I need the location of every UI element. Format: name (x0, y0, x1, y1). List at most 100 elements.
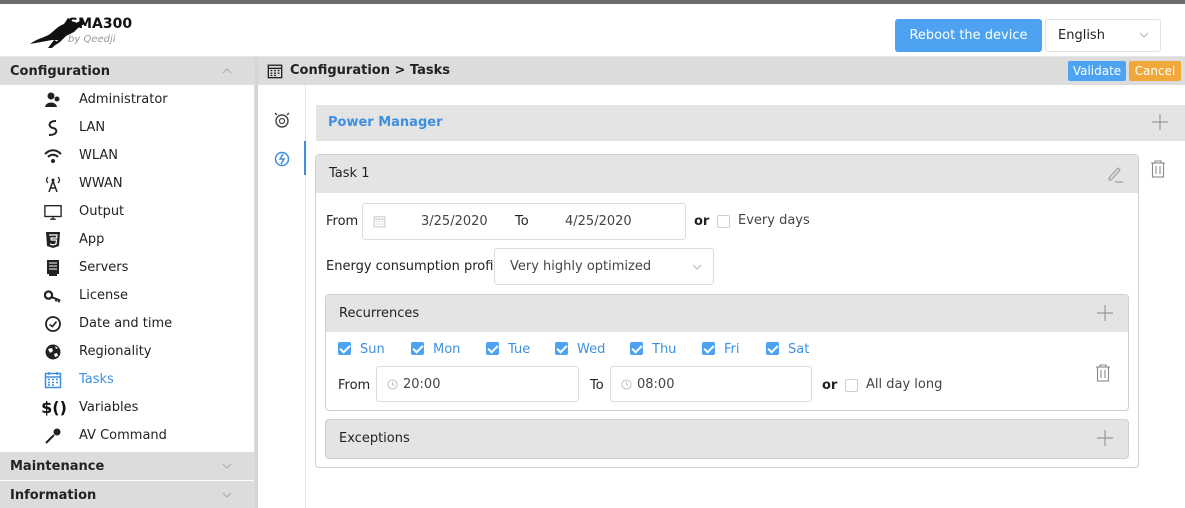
sidebar-item-label: Regionality (79, 344, 152, 359)
day-label-tue: Tue (508, 342, 531, 357)
edit-pencil-icon[interactable] (1106, 165, 1124, 183)
day-label-thu: Thu (652, 342, 677, 357)
breadcrumb: Configuration > Tasks (290, 63, 450, 78)
sidebar-item-regionality[interactable]: Regionality (0, 338, 255, 366)
server-icon (44, 259, 62, 277)
sidebar-section-information[interactable]: Information (0, 481, 255, 508)
sidebar-section-configuration[interactable]: Configuration (0, 57, 255, 85)
wifi-icon (44, 147, 62, 165)
day-checkbox-sun[interactable] (338, 342, 351, 355)
energy-profile-value: Very highly optimized (510, 259, 652, 274)
sidebar-item-label: Administrator (79, 92, 168, 107)
vertical-tab-strip (258, 85, 306, 508)
energy-profile-select[interactable]: Very highly optimized (494, 248, 714, 285)
sidebar: Configuration Administrator LAN WLAN WWA… (0, 57, 255, 508)
recurrence-from-time-value: 20:00 (403, 377, 441, 392)
sidebar-item-tasks[interactable]: Tasks (0, 366, 255, 394)
language-select[interactable]: English (1045, 19, 1161, 52)
task-title: Task 1 (329, 166, 370, 181)
sidebar-item-wwan[interactable]: WWAN (0, 170, 255, 198)
to-date-value: 4/25/2020 (565, 214, 632, 229)
clock-icon (44, 315, 62, 333)
clock-icon (387, 379, 398, 390)
antenna-icon (44, 175, 62, 193)
html5-icon (44, 231, 62, 249)
sidebar-item-variables[interactable]: $() Variables (0, 394, 255, 422)
calendar-icon (373, 216, 386, 228)
sidebar-item-av-command[interactable]: AV Command (0, 422, 255, 450)
sidebar-item-license[interactable]: License (0, 282, 255, 310)
day-checkbox-sat[interactable] (766, 342, 779, 355)
top-bar: SMA300 by Qeedji Reboot the device Engli… (0, 0, 1185, 57)
sidebar-item-label: License (79, 288, 129, 303)
day-label-mon: Mon (433, 342, 461, 357)
date-range-field[interactable]: 3/25/2020 To 4/25/2020 (362, 203, 686, 240)
day-label-wed: Wed (577, 342, 606, 357)
sidebar-item-administrator[interactable]: Administrator (0, 86, 255, 114)
tab-schedule-icon[interactable] (272, 111, 292, 131)
section-title: Power Manager (328, 115, 443, 130)
day-checkbox-fri[interactable] (702, 342, 715, 355)
reboot-button[interactable]: Reboot the device (895, 19, 1042, 52)
sidebar-item-label: Date and time (79, 316, 173, 331)
validate-button[interactable]: Validate (1068, 61, 1126, 81)
energy-profile-label: Energy consumption profile (326, 259, 506, 274)
sidebar-item-servers[interactable]: Servers (0, 254, 255, 282)
task-header: Task 1 (316, 155, 1138, 193)
calendar-icon (267, 64, 283, 79)
sidebar-item-label: Tasks (79, 372, 114, 387)
recurrence-to-label: To (590, 378, 604, 393)
key-icon (44, 287, 62, 305)
sidebar-item-label: LAN (79, 120, 106, 135)
add-recurrence-icon[interactable] (1096, 304, 1114, 322)
day-checkbox-thu[interactable] (630, 342, 643, 355)
chevron-down-icon (1139, 32, 1149, 38)
sidebar-item-label: WWAN (79, 176, 123, 191)
microphone-icon (44, 427, 62, 445)
sidebar-item-label: Output (79, 204, 125, 219)
sidebar-item-lan[interactable]: LAN (0, 114, 255, 142)
active-tab-indicator (304, 141, 306, 175)
day-label-sun: Sun (360, 342, 385, 357)
cancel-button[interactable]: Cancel (1129, 61, 1181, 81)
section-label: Maintenance (10, 458, 105, 474)
tab-power-manager-icon[interactable] (272, 149, 292, 169)
recurrence-from-label: From (338, 378, 371, 393)
sidebar-item-date-and-time[interactable]: Date and time (0, 310, 255, 338)
from-label: From (326, 214, 359, 229)
language-value: English (1058, 28, 1105, 43)
day-checkbox-tue[interactable] (486, 342, 499, 355)
exceptions-card: Exceptions (325, 419, 1129, 459)
all-day-long-checkbox[interactable] (845, 379, 858, 392)
power-manager-section: Power Manager (316, 105, 1185, 141)
recurrence-to-time-value: 08:00 (637, 377, 675, 392)
day-label-fri: Fri (724, 342, 740, 357)
variables-icon: $() (41, 398, 67, 417)
recurrence-to-time-field[interactable]: 08:00 (610, 366, 812, 402)
sidebar-section-maintenance[interactable]: Maintenance (0, 452, 255, 480)
from-date-value: 3/25/2020 (421, 214, 488, 229)
day-checkbox-mon[interactable] (411, 342, 424, 355)
sidebar-item-output[interactable]: Output (0, 198, 255, 226)
globe-icon (44, 343, 62, 361)
recurrence-from-time-field[interactable]: 20:00 (376, 366, 579, 402)
sidebar-item-label: App (79, 232, 105, 247)
all-day-long-label: All day long (866, 377, 943, 392)
sidebar-item-wlan[interactable]: WLAN (0, 142, 255, 170)
recurrences-header: Recurrences (326, 295, 1128, 332)
to-label: To (515, 214, 529, 229)
delete-recurrence-icon[interactable] (1095, 364, 1111, 382)
day-label-sat: Sat (788, 342, 810, 357)
exceptions-title: Exceptions (339, 431, 410, 446)
delete-task-icon[interactable] (1150, 160, 1166, 178)
sidebar-item-label: Variables (79, 400, 139, 415)
or-label: or (822, 378, 838, 393)
chevron-down-icon (222, 463, 232, 469)
day-checkbox-wed[interactable] (555, 342, 568, 355)
every-days-checkbox[interactable] (717, 215, 730, 228)
every-days-label: Every days (738, 213, 810, 228)
add-exception-icon[interactable] (1096, 429, 1114, 447)
add-task-icon[interactable] (1151, 113, 1169, 131)
sidebar-item-app[interactable]: App (0, 226, 255, 254)
or-label: or (694, 214, 710, 229)
